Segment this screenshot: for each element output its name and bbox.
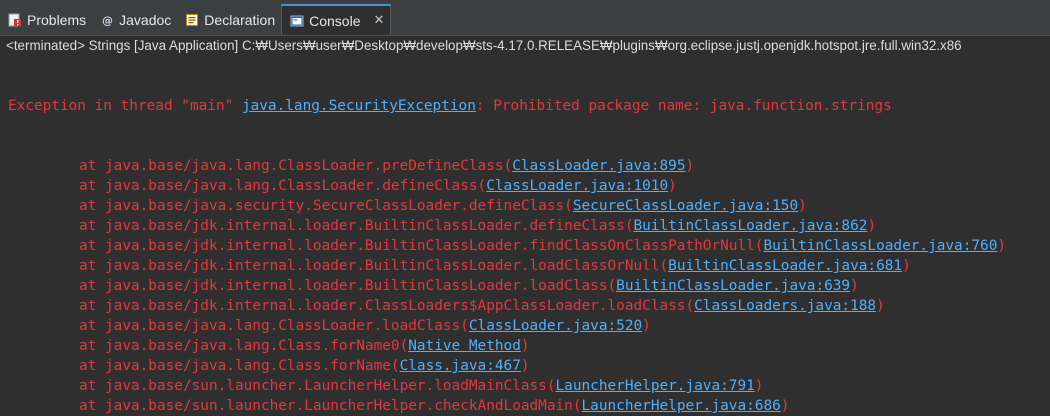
source-location-link[interactable]: ClassLoader.java:520 — [469, 318, 642, 334]
stack-trace-line: at java.base/java.lang.ClassLoader.preDe… — [8, 156, 1050, 176]
stack-suffix: ) — [867, 218, 877, 234]
stack-suffix: ) — [876, 298, 885, 314]
stack-method: at java.base/java.lang.Class.forName0( — [79, 338, 409, 354]
console-view: Problems @ Javadoc Declaration Console ✕… — [0, 0, 1050, 416]
stack-method: at java.base/java.lang.ClassLoader.preDe… — [79, 158, 513, 174]
stack-trace-line: at java.base/java.lang.ClassLoader.defin… — [8, 176, 1050, 196]
stack-method: at java.base/sun.launcher.LauncherHelper… — [79, 398, 582, 414]
stack-suffix: ) — [902, 258, 911, 274]
source-location-link[interactable]: Native Method — [408, 338, 521, 354]
stack-trace-line: at java.base/java.lang.Class.forName0(Na… — [8, 336, 1050, 356]
svg-text:@: @ — [102, 14, 113, 27]
stack-method: at java.base/jdk.internal.loader.ClassLo… — [79, 298, 695, 314]
source-location-link[interactable]: BuiltinClassLoader.java:862 — [634, 218, 868, 234]
stack-trace-line: at java.base/sun.launcher.LauncherHelper… — [8, 376, 1050, 396]
stack-trace-line: at java.base/jdk.internal.loader.Builtin… — [8, 216, 1050, 236]
console-output[interactable]: Exception in thread "main" java.lang.Sec… — [0, 56, 1050, 416]
stack-suffix: ) — [642, 318, 651, 334]
source-location-link[interactable]: ClassLoader.java:895 — [512, 158, 685, 174]
stack-suffix: ) — [754, 378, 764, 394]
stack-trace-line: at java.base/sun.launcher.LauncherHelper… — [8, 396, 1050, 416]
stack-trace-line: at java.base/java.lang.Class.forName(Cla… — [8, 356, 1050, 376]
exception-message: : Prohibited package name: java.function… — [475, 98, 892, 114]
source-location-link[interactable]: ClassLoader.java:1010 — [486, 178, 668, 194]
source-location-link[interactable]: Class.java:467 — [400, 358, 521, 374]
stack-trace-line: at java.base/jdk.internal.loader.ClassLo… — [8, 296, 1050, 316]
tab-console-label: Console — [309, 12, 361, 29]
tab-javadoc[interactable]: @ Javadoc — [92, 5, 177, 35]
stack-suffix: ) — [780, 398, 790, 414]
close-icon[interactable]: ✕ — [374, 13, 385, 28]
stack-method: at java.base/java.lang.Class.forName( — [79, 358, 400, 374]
stack-method: at java.base/java.lang.ClassLoader.defin… — [79, 178, 487, 194]
source-location-link[interactable]: SecureClassLoader.java:150 — [573, 198, 798, 214]
stack-suffix: ) — [850, 278, 859, 294]
tab-javadoc-label: Javadoc — [119, 12, 172, 28]
console-icon — [290, 14, 304, 28]
source-location-link[interactable]: ClassLoaders.java:188 — [694, 298, 876, 314]
process-status-line: <terminated> Strings [Java Application] … — [0, 36, 1050, 56]
javadoc-icon: @ — [100, 13, 114, 27]
stack-method: at java.base/sun.launcher.LauncherHelper… — [79, 378, 556, 394]
stack-suffix: ) — [520, 358, 530, 374]
tab-console[interactable]: Console ✕ — [281, 4, 392, 35]
tab-problems[interactable]: Problems — [0, 5, 92, 35]
stack-suffix: ) — [668, 178, 677, 194]
stack-trace-line: at java.base/java.security.SecureClassLo… — [8, 196, 1050, 216]
stack-method: at java.base/java.security.SecureClassLo… — [79, 198, 573, 214]
stack-method: at java.base/jdk.internal.loader.Builtin… — [79, 218, 634, 234]
tab-problems-label: Problems — [27, 12, 87, 28]
source-location-link[interactable]: LauncherHelper.java:686 — [582, 398, 781, 414]
declaration-icon — [185, 13, 199, 27]
exception-prefix: Exception in thread "main" — [8, 98, 242, 114]
stack-method: at java.base/java.lang.ClassLoader.loadC… — [79, 318, 469, 334]
source-location-link[interactable]: BuiltinClassLoader.java:760 — [763, 238, 997, 254]
stack-trace-line: at java.base/jdk.internal.loader.Builtin… — [8, 276, 1050, 296]
stack-suffix: ) — [685, 158, 695, 174]
tab-declaration[interactable]: Declaration — [177, 5, 281, 35]
stack-suffix: ) — [798, 198, 807, 214]
source-location-link[interactable]: LauncherHelper.java:791 — [556, 378, 755, 394]
view-tab-bar: Problems @ Javadoc Declaration Console ✕ — [0, 0, 1050, 36]
stack-trace-line: at java.base/java.lang.ClassLoader.loadC… — [8, 316, 1050, 336]
source-location-link[interactable]: BuiltinClassLoader.java:681 — [668, 258, 902, 274]
exception-line: Exception in thread "main" java.lang.Sec… — [8, 96, 1050, 116]
tab-declaration-label: Declaration — [204, 12, 276, 28]
exception-type-link[interactable]: java.lang.SecurityException — [242, 98, 476, 114]
stack-trace-line: at java.base/jdk.internal.loader.Builtin… — [8, 256, 1050, 276]
stack-suffix: ) — [520, 338, 530, 354]
problems-icon — [8, 13, 22, 27]
stack-suffix: ) — [997, 238, 1007, 254]
stack-method: at java.base/jdk.internal.loader.Builtin… — [79, 278, 617, 294]
stack-trace-line: at java.base/jdk.internal.loader.Builtin… — [8, 236, 1050, 256]
source-location-link[interactable]: BuiltinClassLoader.java:639 — [616, 278, 850, 294]
stack-method: at java.base/jdk.internal.loader.Builtin… — [79, 238, 764, 254]
stack-method: at java.base/jdk.internal.loader.Builtin… — [79, 258, 669, 274]
